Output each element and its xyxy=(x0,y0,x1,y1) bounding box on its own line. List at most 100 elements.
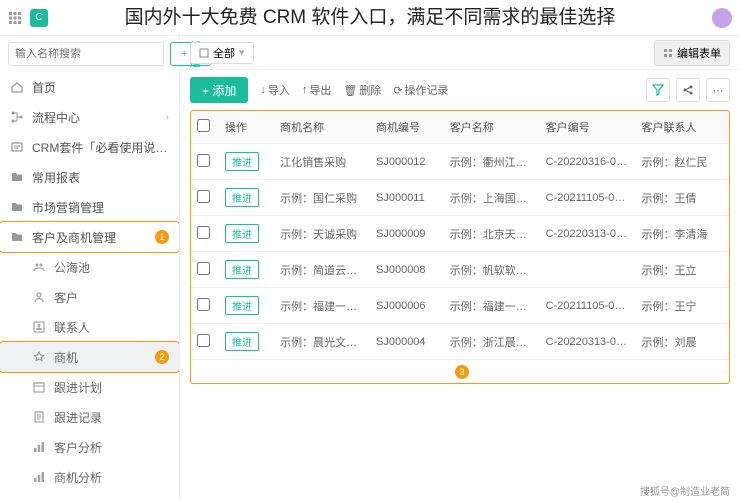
topbar: C xyxy=(0,0,740,36)
pool-icon xyxy=(32,260,46,274)
nav-label: 客户 xyxy=(54,289,169,306)
chart-icon xyxy=(32,440,46,454)
cell-ccode: C-20220313-0000004 xyxy=(540,324,636,360)
push-button[interactable]: 推进 xyxy=(225,188,259,207)
apps-icon[interactable] xyxy=(8,11,22,25)
cell-code: SJ000006 xyxy=(370,288,444,324)
push-button[interactable]: 推进 xyxy=(225,224,259,243)
data-table: 操作商机名称商机编号客户名称客户编号客户联系人 推进江化销售采购SJ000012… xyxy=(191,111,729,360)
import-button[interactable]: ↓ 导入 xyxy=(260,82,290,98)
share-icon[interactable] xyxy=(676,78,700,102)
nav-item-12[interactable]: 客户分析 xyxy=(0,432,179,462)
row-checkbox[interactable] xyxy=(197,154,210,167)
nav-item-9[interactable]: 商机2 xyxy=(0,342,179,372)
column-header[interactable]: 客户名称 xyxy=(444,111,540,144)
column-header[interactable]: 商机名称 xyxy=(274,111,370,144)
table-row[interactable]: 推进江化销售采购SJ000012示例：衢州江化集团C-20220316-0000… xyxy=(191,144,729,180)
nav-item-8[interactable]: 联系人 xyxy=(0,312,179,342)
table-row[interactable]: 推进示例：简道云采购SJ000008示例：帆软软件有限公司示例：王立 xyxy=(191,252,729,288)
cell-name: 示例：简道云采购 xyxy=(274,252,370,288)
filter-icon[interactable] xyxy=(646,78,670,102)
chart-icon xyxy=(32,470,46,484)
folder-icon xyxy=(10,230,24,244)
search-input[interactable] xyxy=(8,42,164,66)
nav-item-0[interactable]: 首页 xyxy=(0,72,179,102)
nav-label: 联系人 xyxy=(54,319,169,336)
nav-label: 流程中心 xyxy=(32,109,158,126)
export-button[interactable]: ↑ 导出 xyxy=(302,82,332,98)
sidebar: +新建 首页流程中心›CRM套件「必看使用说明」常用报表市场营销管理客户及商机管… xyxy=(0,36,180,500)
annotation-badge: 1 xyxy=(155,230,169,244)
log-button[interactable]: ⟳ 操作记录 xyxy=(393,82,448,98)
row-checkbox[interactable] xyxy=(197,262,210,275)
cell-ccode: C-20220316-0000001 xyxy=(540,144,636,180)
row-checkbox[interactable] xyxy=(197,334,210,347)
push-button[interactable]: 推进 xyxy=(225,332,259,351)
nav-item-6[interactable]: 公海池 xyxy=(0,252,179,282)
user-icon xyxy=(32,290,46,304)
nav-item-1[interactable]: 流程中心› xyxy=(0,102,179,132)
table-row[interactable]: 推进示例：天诚采购SJ000009示例：北京天诚软件...C-20220313-… xyxy=(191,216,729,252)
cell-name: 示例：国仁采购 xyxy=(274,180,370,216)
nav-label: 公海池 xyxy=(54,259,169,276)
footer-credit: 搜狐号@制造业老简 xyxy=(640,483,730,498)
cell-ccode: C-20211105-0000001 xyxy=(540,180,636,216)
main-area: 全部 ▾ 编辑表单 + 添加 ↓ 导入 ↑ 导出 🗑 删除 ⟳ 操作记录 ⋯ 操… xyxy=(180,36,740,500)
push-button[interactable]: 推进 xyxy=(225,296,259,315)
column-header[interactable]: 商机编号 xyxy=(370,111,444,144)
row-checkbox[interactable] xyxy=(197,190,210,203)
row-checkbox[interactable] xyxy=(197,226,210,239)
edit-form-button[interactable]: 编辑表单 xyxy=(654,40,730,66)
table-row[interactable]: 推进示例：晨光文具设备...SJ000004示例：浙江晨光文具...C-2022… xyxy=(191,324,729,360)
cell-ccode: C-20220313-0000002 xyxy=(540,216,636,252)
cell-ccode: C-20211105-0000004 xyxy=(540,288,636,324)
delete-button[interactable]: 🗑 删除 xyxy=(343,82,381,98)
cell-code: SJ000011 xyxy=(370,180,444,216)
scope-select[interactable]: 全部 ▾ xyxy=(190,42,254,64)
column-header[interactable]: 客户编号 xyxy=(540,111,636,144)
nav-label: 客户及商机管理 xyxy=(32,229,143,246)
column-header[interactable]: 操作 xyxy=(219,111,274,144)
contact-icon xyxy=(32,320,46,334)
cell-code: SJ000009 xyxy=(370,216,444,252)
flow-icon xyxy=(10,110,24,124)
nav-item-11[interactable]: 跟进记录 xyxy=(0,402,179,432)
nav-item-5[interactable]: 客户及商机管理 1 xyxy=(0,222,179,252)
column-header[interactable]: 客户联系人 xyxy=(636,111,730,144)
select-all-checkbox[interactable] xyxy=(197,119,210,132)
nav-item-7[interactable]: 客户 xyxy=(0,282,179,312)
more-icon[interactable]: ⋯ xyxy=(706,78,730,102)
nav-label: 商机 xyxy=(54,349,143,366)
add-button[interactable]: + 添加 xyxy=(190,77,248,103)
kit-icon xyxy=(10,140,24,154)
push-button[interactable]: 推进 xyxy=(225,152,259,171)
record-icon xyxy=(32,410,46,424)
cell-contact: 示例：李清海 xyxy=(636,216,730,252)
nav-item-10[interactable]: 跟进计划 xyxy=(0,372,179,402)
nav-item-2[interactable]: CRM套件「必看使用说明」 xyxy=(0,132,179,162)
home-icon xyxy=(10,80,24,94)
cell-contact: 示例：刘晨 xyxy=(636,324,730,360)
plan-icon xyxy=(32,380,46,394)
cell-ccode xyxy=(540,252,636,288)
app-logo-icon: C xyxy=(30,9,48,27)
nav-label: 客户分析 xyxy=(54,439,169,456)
table-row[interactable]: 推进示例：国仁采购SJ000011示例：上海国仁有限...C-20211105-… xyxy=(191,180,729,216)
nav-item-3[interactable]: 常用报表 xyxy=(0,162,179,192)
avatar[interactable] xyxy=(712,8,732,28)
nav-label: 首页 xyxy=(32,79,169,96)
nav-label: 常用报表 xyxy=(32,169,169,186)
cell-cust: 示例：浙江晨光文具... xyxy=(444,324,540,360)
push-button[interactable]: 推进 xyxy=(225,260,259,279)
cell-cust: 示例：上海国仁有限... xyxy=(444,180,540,216)
cell-cust: 示例：帆软软件有限公司 xyxy=(444,252,540,288)
nav-item-4[interactable]: 市场营销管理 xyxy=(0,192,179,222)
cell-contact: 示例：王宁 xyxy=(636,288,730,324)
folder-icon xyxy=(10,170,24,184)
cell-contact: 示例：王立 xyxy=(636,252,730,288)
nav-item-14[interactable]: 产品报价管理 xyxy=(0,492,179,500)
nav-item-13[interactable]: 商机分析 xyxy=(0,462,179,492)
table-row[interactable]: 推进示例：福建一高3月订单SJ000006示例：福建一高集团C-20211105… xyxy=(191,288,729,324)
nav-label: 跟进记录 xyxy=(54,409,169,426)
row-checkbox[interactable] xyxy=(197,298,210,311)
